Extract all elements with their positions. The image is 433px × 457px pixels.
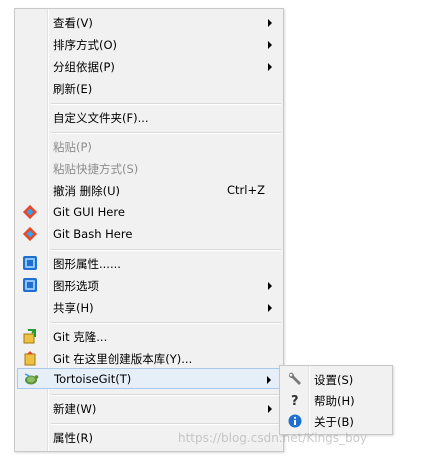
menu-separator: [51, 132, 281, 134]
menu-item-label: 粘贴(P): [53, 140, 92, 154]
tortoisegit-icon: [23, 371, 39, 387]
submenu-item-settings[interactable]: 设置(S): [282, 369, 390, 390]
help-icon: ?: [287, 392, 303, 409]
menu-separator: [51, 423, 281, 425]
menu-item-graphics-options[interactable]: 图形选项: [17, 275, 281, 296]
menu-item-label: 排序方式(O): [53, 38, 118, 52]
menu-item-git-clone[interactable]: Git 克隆...: [17, 326, 281, 347]
menu-item-tortoisegit[interactable]: TortoiseGit(T): [17, 368, 281, 389]
menu-item-label: 图形属性......: [53, 257, 121, 271]
git-logo-icon: [22, 204, 38, 220]
git-clone-icon: [22, 328, 38, 344]
menu-separator: [51, 103, 281, 105]
menu-item-git-create-repo[interactable]: Git 在这里创建版本库(Y)...: [17, 348, 281, 369]
menu-item-share[interactable]: 共享(H): [17, 297, 281, 318]
submenu-item-help[interactable]: ? 帮助(H): [282, 390, 390, 411]
menu-item-label: 属性(R): [53, 431, 93, 445]
submenu-arrow-icon: [268, 405, 272, 413]
menu-item-label: 设置(S): [314, 373, 354, 387]
menu-item-paste[interactable]: 粘贴(P): [17, 136, 281, 157]
wrench-icon: [287, 371, 303, 387]
menu-item-shortcut: Ctrl+Z: [227, 183, 265, 197]
menu-item-paste-shortcut[interactable]: 粘贴快捷方式(S): [17, 158, 281, 179]
submenu-arrow-icon: [267, 376, 271, 384]
menu-item-label: 新建(W): [53, 402, 97, 416]
git-logo-icon: [22, 226, 38, 242]
menu-item-label: 分组依据(P): [53, 60, 115, 74]
menu-item-label: TortoiseGit(T): [54, 372, 132, 386]
submenu-arrow-icon: [268, 19, 272, 27]
menu-item-label: 查看(V): [53, 16, 93, 30]
menu-item-new[interactable]: 新建(W): [17, 398, 281, 419]
tortoisegit-submenu: 设置(S) ? 帮助(H) 关于(B): [279, 365, 393, 435]
intel-graphics-icon: [22, 255, 38, 271]
menu-item-label: Git 在这里创建版本库(Y)...: [53, 352, 193, 366]
watermark: https://blog.csdn.net/Kings_boy: [178, 431, 368, 445]
menu-item-sort-by[interactable]: 排序方式(O): [17, 34, 281, 55]
menu-separator: [51, 322, 281, 324]
menu-item-label: 帮助(H): [314, 394, 355, 408]
menu-item-label: 共享(H): [53, 301, 94, 315]
menu-item-graphics-properties[interactable]: 图形属性......: [17, 253, 281, 274]
submenu-arrow-icon: [268, 63, 272, 71]
menu-item-view[interactable]: 查看(V): [17, 12, 281, 33]
intel-graphics-icon: [22, 277, 38, 293]
info-icon: [287, 413, 303, 429]
menu-item-label: 图形选项: [53, 279, 99, 293]
menu-item-undo-delete[interactable]: 撤消 删除(U) Ctrl+Z: [17, 180, 281, 201]
menu-item-label: Git GUI Here: [53, 205, 125, 219]
menu-item-refresh[interactable]: 刷新(E): [17, 78, 281, 99]
menu-item-label: 刷新(E): [53, 82, 93, 96]
menu-item-git-bash[interactable]: Git Bash Here: [17, 224, 281, 245]
svg-text:?: ?: [291, 394, 299, 408]
menu-item-git-gui[interactable]: Git GUI Here: [17, 202, 281, 223]
submenu-arrow-icon: [268, 304, 272, 312]
menu-item-label: 自定义文件夹(F)...: [53, 111, 149, 125]
menu-item-label: Git 克隆...: [53, 330, 108, 344]
context-menu: 查看(V) 排序方式(O) 分组依据(P) 刷新(E) 自定义文件夹(F)...…: [14, 8, 284, 452]
submenu-arrow-icon: [268, 41, 272, 49]
menu-item-label: 粘贴快捷方式(S): [53, 162, 139, 176]
git-create-repo-icon: [22, 350, 38, 366]
menu-item-label: 撤消 删除(U): [53, 184, 121, 198]
menu-item-group-by[interactable]: 分组依据(P): [17, 56, 281, 77]
menu-item-label: Git Bash Here: [53, 227, 133, 241]
submenu-arrow-icon: [268, 282, 272, 290]
menu-separator: [51, 394, 281, 396]
menu-item-customize-folder[interactable]: 自定义文件夹(F)...: [17, 107, 281, 128]
menu-item-label: 关于(B): [314, 415, 354, 429]
menu-separator: [51, 249, 281, 251]
submenu-item-about[interactable]: 关于(B): [282, 411, 390, 432]
